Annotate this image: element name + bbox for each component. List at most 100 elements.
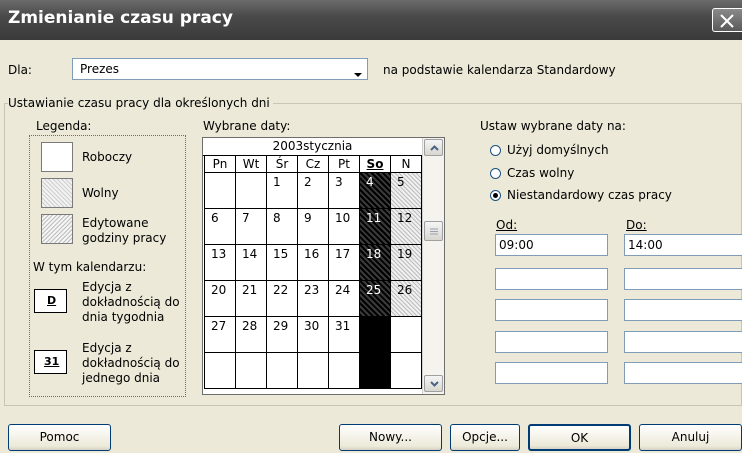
- calendar-day-cell[interactable]: [205, 173, 236, 209]
- from-time-value: 09:00: [499, 238, 534, 252]
- working-swatch: [41, 142, 73, 172]
- calendar-day-cell[interactable]: 23: [298, 281, 329, 317]
- chevron-down-icon: [430, 381, 439, 387]
- calendar-day-cell[interactable]: 30: [298, 317, 329, 353]
- calendar-day-cell[interactable]: 26: [391, 281, 422, 317]
- to-time-field[interactable]: [624, 331, 742, 353]
- option-use-default[interactable]: Użyj domyślnych: [490, 143, 690, 159]
- calendar-day-cell[interactable]: 15: [267, 245, 298, 281]
- calendar-scrollbar[interactable]: [422, 138, 444, 394]
- calendar-day-cell[interactable]: 5: [391, 173, 422, 209]
- calendar-day-cell[interactable]: 25: [360, 281, 391, 317]
- nonworking-radio[interactable]: [490, 168, 501, 179]
- to-time-field[interactable]: [624, 299, 742, 321]
- weekday-header[interactable]: Śr: [267, 156, 298, 173]
- dropdown-arrow-icon: [354, 67, 363, 81]
- legend-edited-label: Edytowane godziny pracy: [82, 216, 167, 245]
- calendar-day-cell[interactable]: [391, 353, 422, 389]
- calendar-day-cell[interactable]: 3: [329, 173, 360, 209]
- new-button[interactable]: Nowy...: [339, 424, 442, 451]
- scroll-thumb[interactable]: [424, 221, 443, 241]
- calendar-day-cell[interactable]: [267, 353, 298, 389]
- legend-working-label: Roboczy: [82, 150, 133, 164]
- single-day-edit-badge: 31: [34, 350, 67, 374]
- weekday-header[interactable]: Pn: [205, 156, 236, 173]
- day-of-week-edit-badge: D: [34, 289, 67, 313]
- calendar-day-cell[interactable]: 17: [329, 245, 360, 281]
- option-nonworking[interactable]: Czas wolny: [490, 166, 690, 182]
- calendar-day-cell[interactable]: 6: [205, 209, 236, 245]
- calendar-day-cell[interactable]: [236, 173, 267, 209]
- calendar-day-cell[interactable]: [205, 353, 236, 389]
- day-of-week-badge-text: D: [47, 294, 57, 307]
- to-time-field[interactable]: [624, 362, 742, 384]
- calendar-day-cell[interactable]: 2: [298, 173, 329, 209]
- help-button[interactable]: Pomoc: [8, 424, 111, 451]
- weekday-header[interactable]: Wt: [236, 156, 267, 173]
- legend-day-of-week-label: Edycja z dokładnością do dnia tygodnia: [82, 280, 180, 324]
- cancel-button[interactable]: Anuluj: [639, 424, 742, 451]
- custom-working-time-radio[interactable]: [490, 190, 501, 201]
- calendar-day-cell[interactable]: [360, 353, 391, 389]
- close-button[interactable]: [712, 8, 742, 32]
- calendar-day-cell[interactable]: 20: [205, 281, 236, 317]
- resource-dropdown[interactable]: Prezes: [72, 58, 368, 80]
- scroll-down-button[interactable]: [424, 375, 443, 392]
- calendar-day-cell[interactable]: [236, 353, 267, 389]
- calendar-day-cell[interactable]: 31: [329, 317, 360, 353]
- nonworking-swatch: [41, 178, 73, 208]
- calendar-day-cell[interactable]: 12: [391, 209, 422, 245]
- single-day-badge-text: 31: [44, 355, 60, 368]
- from-time-field[interactable]: [495, 331, 608, 353]
- from-time-field[interactable]: [495, 299, 608, 321]
- calendar-day-cell[interactable]: 19: [391, 245, 422, 281]
- options-button[interactable]: Opcje...: [450, 424, 520, 451]
- calendar-day-cell[interactable]: 1: [267, 173, 298, 209]
- calendar-day-cell[interactable]: 22: [267, 281, 298, 317]
- calendar-grid[interactable]: 2003stycznia Pn Wt Śr Cz Pt So N 1 2 3 4 5 6 7 8 9 10 11 1…: [202, 137, 445, 395]
- weekday-header[interactable]: So: [360, 156, 391, 173]
- group-title: Ustawianie czasu pracy dla określonych d…: [8, 96, 273, 110]
- from-time-field[interactable]: [495, 268, 608, 290]
- from-time-field[interactable]: [495, 362, 608, 384]
- calendar-day-cell[interactable]: 29: [267, 317, 298, 353]
- base-calendar-text: na podstawie kalendarza Standardowy: [383, 63, 616, 77]
- weekday-header[interactable]: N: [391, 156, 422, 173]
- use-default-radio[interactable]: [490, 145, 501, 156]
- calendar-day-cell[interactable]: 8: [267, 209, 298, 245]
- custom-working-time-label: Niestandardowy czas pracy: [507, 188, 672, 202]
- calendar-day-cell[interactable]: [360, 317, 391, 353]
- calendar-day-cell[interactable]: 7: [236, 209, 267, 245]
- use-default-label: Użyj domyślnych: [507, 143, 609, 157]
- legend-single-day-label: Edycja z dokładnością do jednego dnia: [82, 341, 180, 385]
- weekday-header[interactable]: Cz: [298, 156, 329, 173]
- weekday-header[interactable]: Pt: [329, 156, 360, 173]
- from-label: Od:: [496, 218, 518, 232]
- calendar-day-cell[interactable]: [298, 353, 329, 389]
- nonworking-label: Czas wolny: [507, 166, 575, 180]
- calendar-day-cell[interactable]: 16: [298, 245, 329, 281]
- calendar-day-cell[interactable]: 11: [360, 209, 391, 245]
- to-time-field[interactable]: 14:00: [624, 234, 742, 256]
- option-custom-working-time[interactable]: Niestandardowy czas pracy: [490, 188, 720, 204]
- calendar-day-cell[interactable]: 18: [360, 245, 391, 281]
- calendar-grid-line: [204, 156, 205, 389]
- ok-button[interactable]: OK: [528, 424, 631, 451]
- calendar-day-cell[interactable]: 4: [360, 173, 391, 209]
- calendar-day-cell[interactable]: 14: [236, 245, 267, 281]
- calendar-day-cell[interactable]: 28: [236, 317, 267, 353]
- selected-dates-label: Wybrane daty:: [203, 119, 291, 133]
- calendar-day-cell[interactable]: 10: [329, 209, 360, 245]
- calendar-day-cell[interactable]: [329, 353, 360, 389]
- from-time-field[interactable]: 09:00: [495, 234, 608, 256]
- to-time-field[interactable]: [624, 268, 742, 290]
- scroll-up-button[interactable]: [424, 139, 443, 156]
- calendar-day-cell[interactable]: [391, 317, 422, 353]
- for-label: Dla:: [8, 63, 32, 77]
- calendar-day-cell[interactable]: 9: [298, 209, 329, 245]
- calendar-day-cell[interactable]: 21: [236, 281, 267, 317]
- calendar-day-cell[interactable]: 24: [329, 281, 360, 317]
- close-icon: [720, 14, 734, 28]
- calendar-day-cell[interactable]: 27: [205, 317, 236, 353]
- calendar-day-cell[interactable]: 13: [205, 245, 236, 281]
